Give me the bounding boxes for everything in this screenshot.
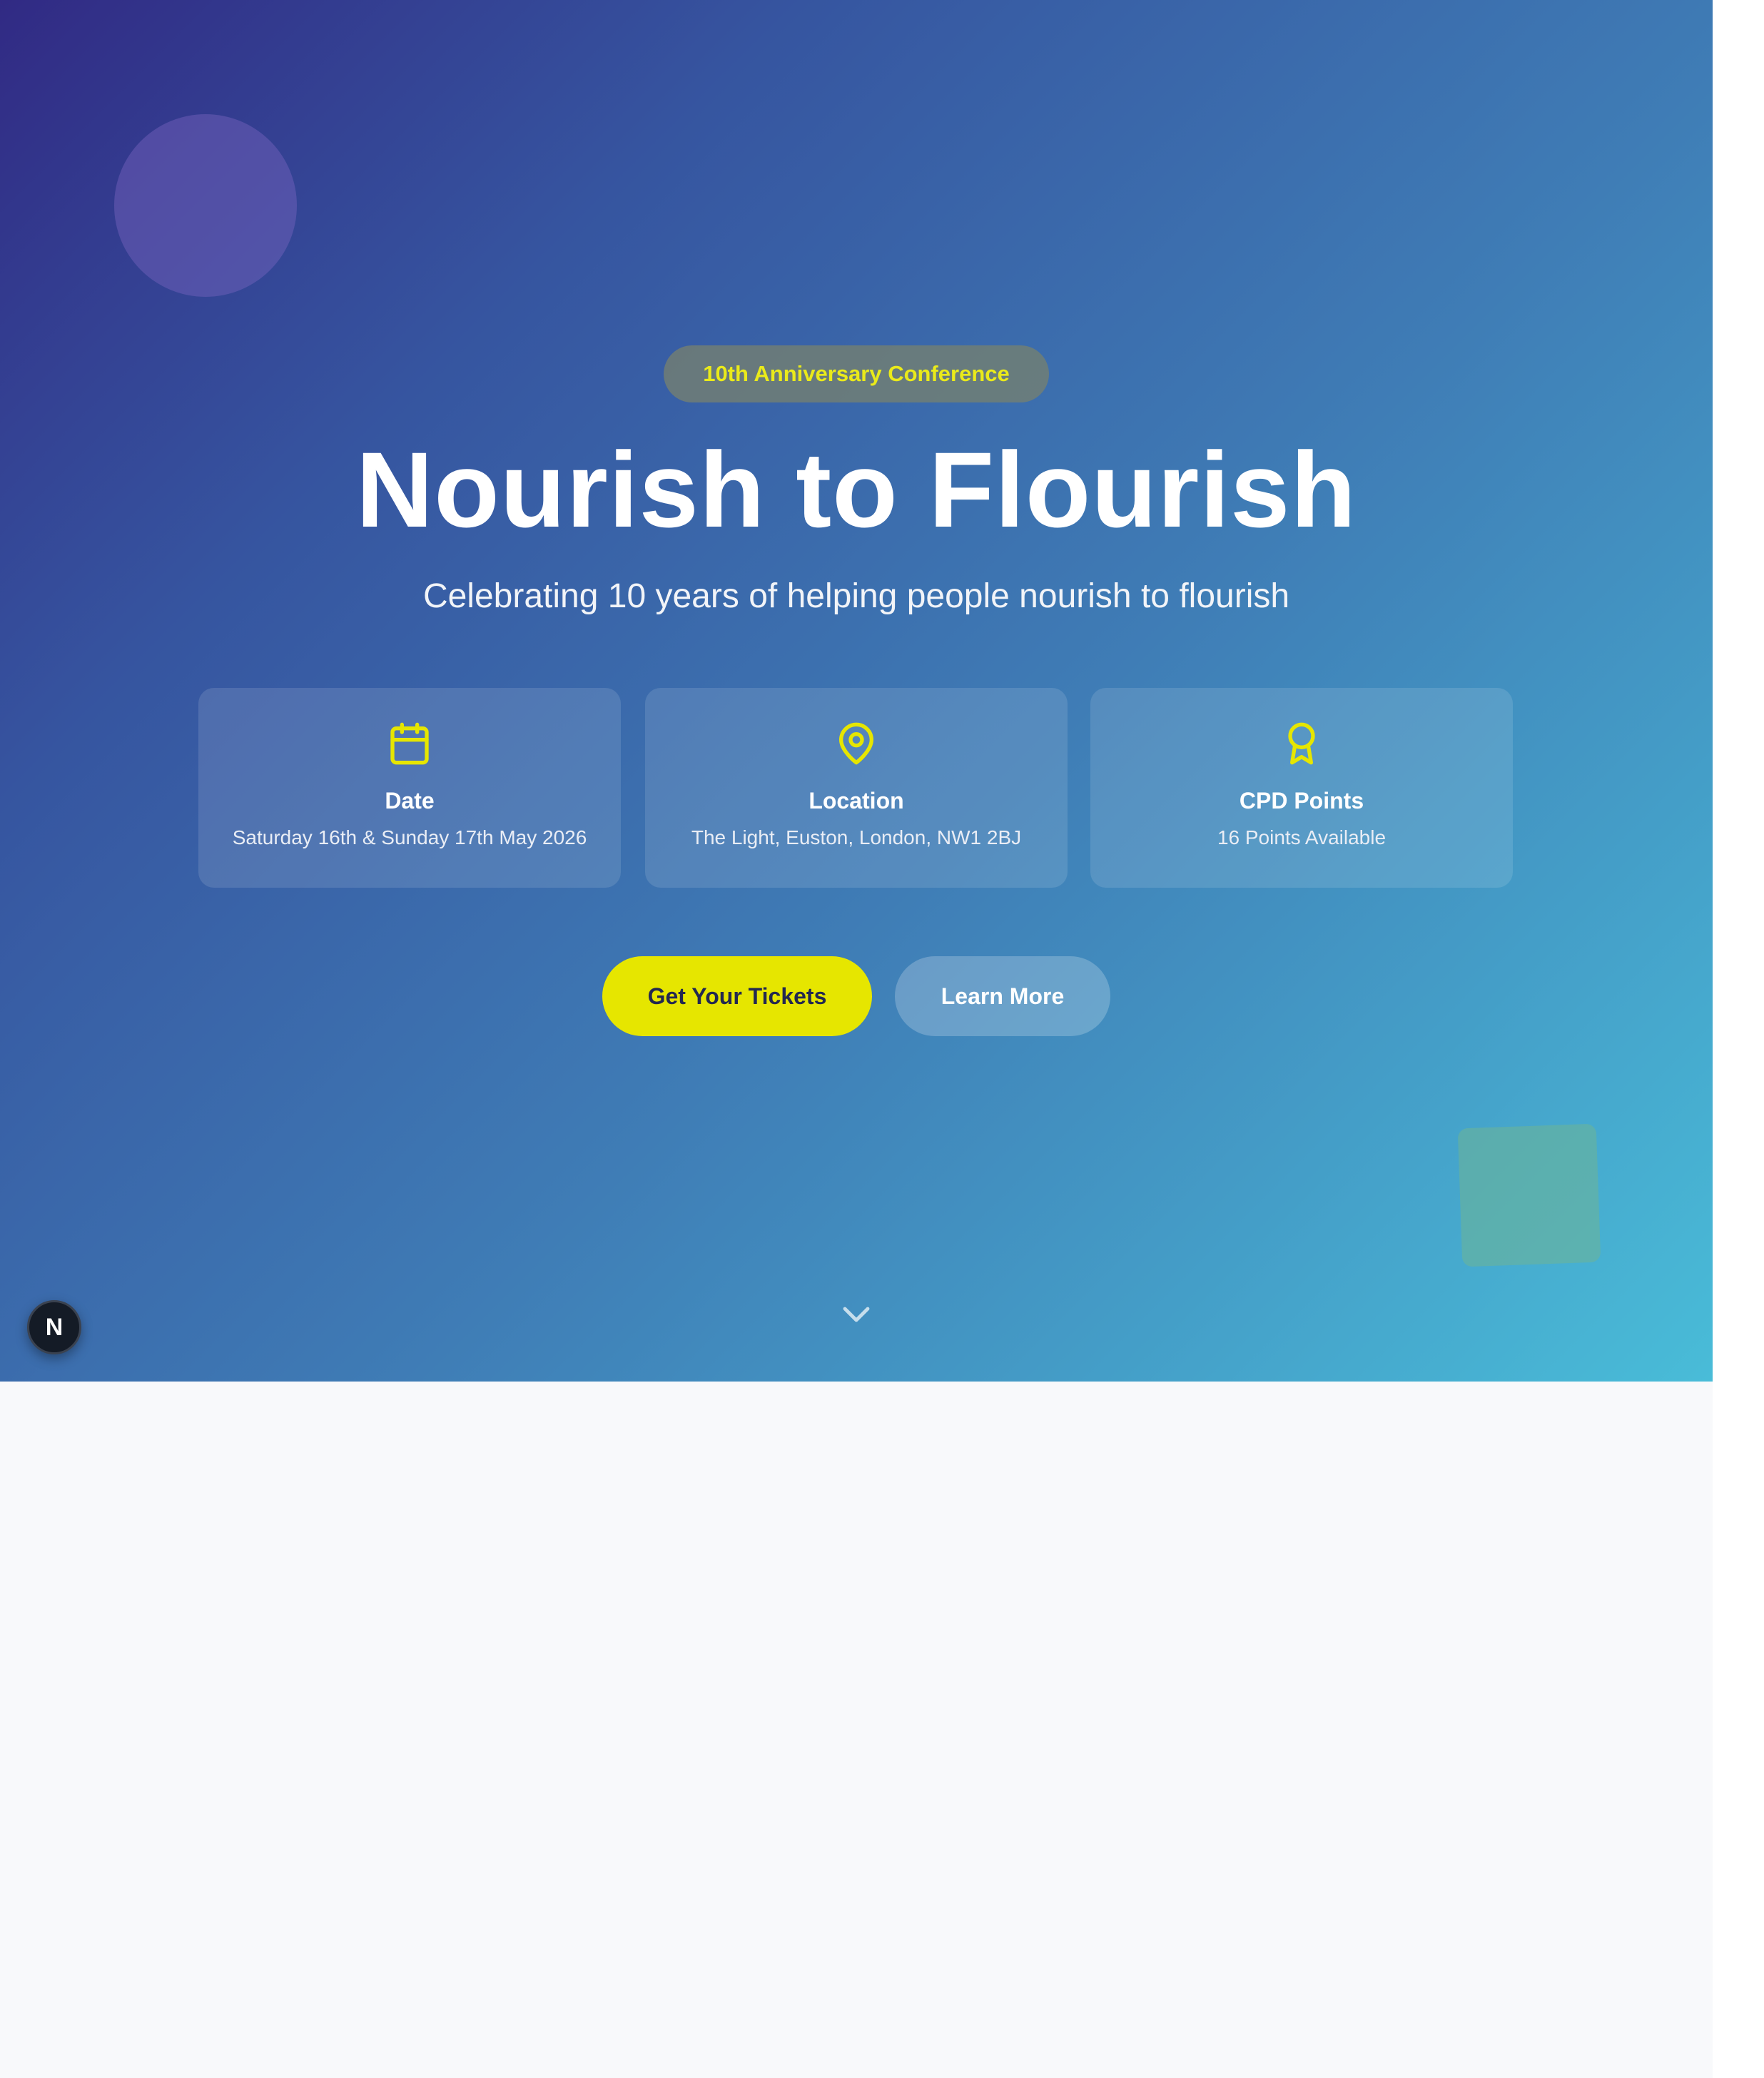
dev-badge-label: N	[45, 1313, 64, 1341]
scrollbar-gutter	[1713, 0, 1764, 2078]
hero-section: 10th Anniversary Conference Nourish to F…	[0, 0, 1713, 1382]
nextjs-logo-icon[interactable]: N	[27, 1300, 81, 1354]
award-icon	[1288, 722, 1315, 765]
chevron-down-icon[interactable]	[839, 1300, 873, 1329]
cpd-card-value: 16 Points Available	[1217, 826, 1387, 848]
map-pin-icon	[839, 722, 873, 765]
page-title: Nourish to Flourish	[355, 430, 1357, 549]
date-card: Date Saturday 16th & Sunday 17th May 202…	[198, 688, 621, 888]
location-card: Location The Light, Euston, London, NW1 …	[645, 688, 1068, 888]
cpd-card-label: CPD Points	[1239, 788, 1364, 814]
page-content-area	[0, 1382, 1713, 2078]
calendar-icon	[390, 722, 429, 765]
anniversary-badge: 10th Anniversary Conference	[664, 345, 1049, 402]
location-card-value: The Light, Euston, London, NW1 2BJ	[691, 826, 1022, 848]
page-subtitle: Celebrating 10 years of helping people n…	[422, 577, 1290, 615]
decorative-square	[1457, 1123, 1601, 1267]
location-card-label: Location	[808, 788, 904, 814]
date-card-label: Date	[385, 788, 435, 814]
get-tickets-button[interactable]: Get Your Tickets	[602, 956, 872, 1036]
date-card-value: Saturday 16th & Sunday 17th May 2026	[232, 826, 587, 848]
learn-more-button[interactable]: Learn More	[895, 956, 1110, 1036]
decorative-circle	[114, 114, 297, 297]
cpd-card: CPD Points 16 Points Available	[1090, 688, 1513, 888]
